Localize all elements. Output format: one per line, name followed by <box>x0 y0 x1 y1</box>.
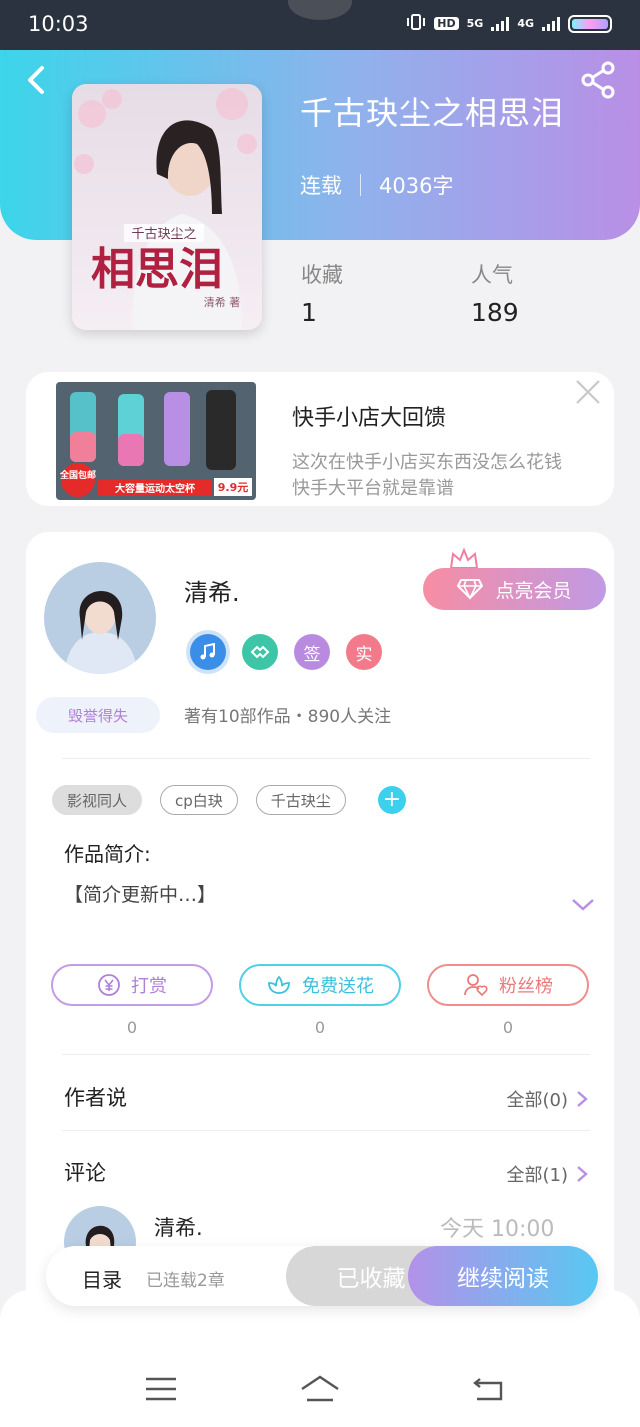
fans-rank-button[interactable]: 粉丝榜 <box>427 964 589 1006</box>
network2-label: 4G <box>517 17 534 30</box>
cover-author: 清希 著 <box>204 295 241 309</box>
reward-count: 0 <box>126 1018 138 1037</box>
comments-title: 评论 <box>64 1161 106 1185</box>
ad-title: 快手小店大回馈 <box>292 406 447 431</box>
book-status: 连载 <box>300 174 342 198</box>
book-title: 千古玦尘之相思泪 <box>300 94 565 132</box>
comments-all-link[interactable]: 全部(1) <box>507 1161 589 1187</box>
share-icon <box>581 61 615 99</box>
back-nav-button[interactable] <box>471 1374 507 1404</box>
author-says-link-label: 全部(0) <box>506 1090 569 1111</box>
toc-button[interactable]: 目录 <box>82 1264 122 1293</box>
status-bar: 10:03 HD 5G 4G <box>0 0 640 50</box>
author-works: 著有10部作品・890人关注 <box>184 707 392 727</box>
author-badges: 签 实 <box>190 634 382 670</box>
book-cover[interactable]: 千古玦尘之 相思泪 清希 著 <box>72 84 262 330</box>
signal-icon <box>491 16 510 31</box>
ad-desc-line2: 快手大平台就是靠谱 <box>292 478 454 499</box>
collect-label: 收藏 <box>301 263 343 287</box>
share-button[interactable] <box>578 60 618 100</box>
reward-label: 打赏 <box>131 976 167 997</box>
back-button[interactable] <box>20 60 56 100</box>
popularity-label: 人气 <box>471 263 513 287</box>
intro-body: 【简介更新中…】 <box>64 884 217 906</box>
yen-icon <box>98 974 120 996</box>
diamond-icon <box>457 579 484 600</box>
ad-img-banner: 大容量运动太空杯 <box>115 482 196 495</box>
chevron-down-icon <box>572 899 594 911</box>
cover-small-title: 千古玦尘之 <box>131 227 196 242</box>
home-nav-button[interactable] <box>299 1374 341 1404</box>
chevron-left-icon <box>28 66 44 94</box>
real-badge[interactable]: 实 <box>346 634 382 670</box>
tag-item[interactable]: 千古玦尘 <box>255 785 346 815</box>
word-count: 4036字 <box>379 174 454 198</box>
comments-link-label: 全部(1) <box>506 1165 569 1186</box>
camera-notch <box>288 0 352 20</box>
author-says-all-link[interactable]: 全部(0) <box>507 1086 589 1112</box>
menu-icon <box>146 1377 176 1401</box>
ad-card[interactable]: 全国包邮 大容量运动太空杯 9.9元 快手小店大回馈 这次在快手小店买东西没怎么… <box>26 372 614 506</box>
back-nav-icon <box>473 1378 503 1401</box>
music-badge-icon[interactable] <box>190 634 226 670</box>
divider <box>62 1130 590 1131</box>
system-nav-bar <box>0 1290 640 1427</box>
chevron-right-icon <box>577 1166 588 1182</box>
reward-button[interactable]: 打赏 <box>51 964 213 1006</box>
vibrate-icon <box>406 14 426 33</box>
tag-item[interactable]: cp白玦 <box>160 785 238 815</box>
hd-icon: HD <box>434 17 459 30</box>
continue-reading-button[interactable]: 继续阅读 <box>408 1246 598 1306</box>
network-label: 5G <box>466 17 484 30</box>
send-flower-label: 免费送花 <box>302 976 374 997</box>
comment-time: 今天 10:00 <box>440 1217 555 1242</box>
tag-list: 影视同人 cp白玦 千古玦尘 + <box>52 785 406 815</box>
battery-icon <box>568 14 612 33</box>
ad-image[interactable]: 全国包邮 大容量运动太空杯 9.9元 <box>56 382 256 500</box>
tag-item[interactable]: 影视同人 <box>52 785 143 815</box>
popularity-value: 189 <box>471 298 519 327</box>
collect-value: 1 <box>301 298 317 327</box>
expand-button[interactable] <box>570 894 596 914</box>
chevron-right-icon <box>577 1091 588 1107</box>
meta-separator <box>360 174 361 196</box>
handshake-badge-icon[interactable] <box>242 634 278 670</box>
bottom-action-bar: 目录 已连载2章 已收藏 继续阅读 <box>46 1246 598 1306</box>
author-name[interactable]: 清希. <box>184 573 240 608</box>
add-tag-button[interactable]: + <box>377 786 406 814</box>
ad-desc-line1: 这次在快手小店买东西没怎么花钱 <box>292 452 562 473</box>
book-meta: 连载 4036字 <box>300 170 453 200</box>
ad-close-button[interactable] <box>574 378 602 406</box>
status-time: 10:03 <box>28 12 89 36</box>
sign-badge[interactable]: 签 <box>294 634 330 670</box>
author-avatar[interactable] <box>44 562 156 674</box>
toc-subtitle: 已连载2章 <box>146 1271 225 1291</box>
vip-label: 点亮会员 <box>495 579 572 602</box>
comment-author-name[interactable]: 清希. <box>154 1212 203 1242</box>
user-heart-icon <box>464 974 488 997</box>
close-icon <box>576 380 600 404</box>
menu-nav-button[interactable] <box>143 1374 179 1404</box>
fans-rank-label: 粉丝榜 <box>499 976 553 997</box>
home-icon <box>301 1375 339 1402</box>
fans-count: 0 <box>502 1018 514 1037</box>
divider <box>62 1054 590 1055</box>
honor-tag: 毁誉得失 <box>36 697 160 733</box>
status-icons: HD 5G 4G <box>406 14 612 33</box>
vip-button[interactable]: 点亮会员 <box>423 568 606 610</box>
send-flower-button[interactable]: 免费送花 <box>239 964 401 1006</box>
flower-count: 0 <box>314 1018 326 1037</box>
intro-title: 作品简介: <box>64 842 151 866</box>
ad-img-tag: 全国包邮 <box>59 469 96 481</box>
ad-desc: 这次在快手小店买东西没怎么花钱 快手大平台就是靠谱 <box>292 450 622 502</box>
flower-icon <box>268 975 290 994</box>
signal2-icon <box>542 16 560 31</box>
author-says-title: 作者说 <box>64 1086 127 1110</box>
cover-big-title: 相思泪 <box>91 244 223 295</box>
divider <box>62 758 590 759</box>
crown-icon <box>449 548 479 569</box>
ad-img-price: 9.9元 <box>218 481 249 494</box>
